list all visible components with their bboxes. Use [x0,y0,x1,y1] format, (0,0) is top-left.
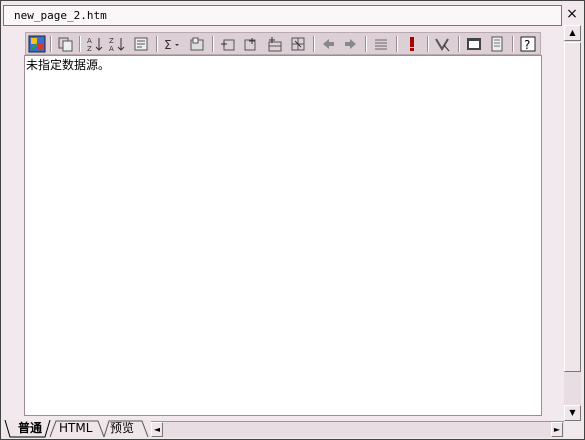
database-wizard-icon[interactable] [28,35,46,53]
view-tabs-bar: 普通 HTML 预览 ◄ ► [3,420,564,438]
vertical-scrollbar[interactable]: ▲ ▼ [564,25,581,421]
tab-html[interactable]: HTML [59,420,92,437]
copy-query-icon[interactable] [57,35,75,53]
design-canvas[interactable]: 未指定数据源。 [24,55,542,416]
arrow-left-icon[interactable] [319,35,337,53]
properties-list-icon[interactable] [372,35,390,53]
merge-icon[interactable] [289,35,307,53]
insert-column-left-icon[interactable] [219,35,237,53]
tab-normal[interactable]: 普通 [18,420,42,437]
svg-text:Z: Z [109,37,114,45]
vertical-scroll-thumb[interactable] [564,42,581,372]
editor-window: new_page_2.htm × AZ ZA Σ ? 未指定数据源。 ▲ ▼ 普… [0,0,585,440]
svg-text:Z: Z [87,45,92,53]
page-icon[interactable] [488,35,506,53]
no-data-source-message: 未指定数据源。 [26,58,111,72]
filter-icon[interactable] [132,35,150,53]
svg-text:Σ: Σ [164,38,172,52]
insert-column-right-icon[interactable] [242,35,260,53]
svg-text:A: A [87,37,92,45]
help-icon[interactable]: ? [519,35,537,53]
svg-text:A: A [109,45,114,53]
tab-preview[interactable]: 预览 [110,420,134,437]
clear-format-icon[interactable] [433,35,451,53]
toolbar: AZ ZA Σ ? [25,32,541,55]
document-title-bar: new_page_2.htm [3,5,562,26]
horizontal-scrollbar[interactable]: ◄ ► [151,421,564,437]
svg-text:?: ? [524,38,530,52]
scroll-left-button[interactable]: ◄ [151,422,163,437]
arrow-right-icon[interactable] [342,35,360,53]
document-title: new_page_2.htm [14,9,107,22]
insert-row-icon[interactable] [266,35,284,53]
scroll-down-button[interactable]: ▼ [564,405,581,421]
group-icon[interactable] [188,35,206,53]
sort-descending-icon[interactable]: ZA [108,35,126,53]
sum-icon[interactable]: Σ [163,35,181,53]
close-icon[interactable]: × [563,6,581,22]
exclamation-icon[interactable] [403,35,421,53]
page-setup-icon[interactable] [465,35,483,53]
scroll-up-button[interactable]: ▲ [564,25,581,41]
scroll-right-button[interactable]: ► [551,422,563,437]
sort-ascending-icon[interactable]: AZ [86,35,104,53]
